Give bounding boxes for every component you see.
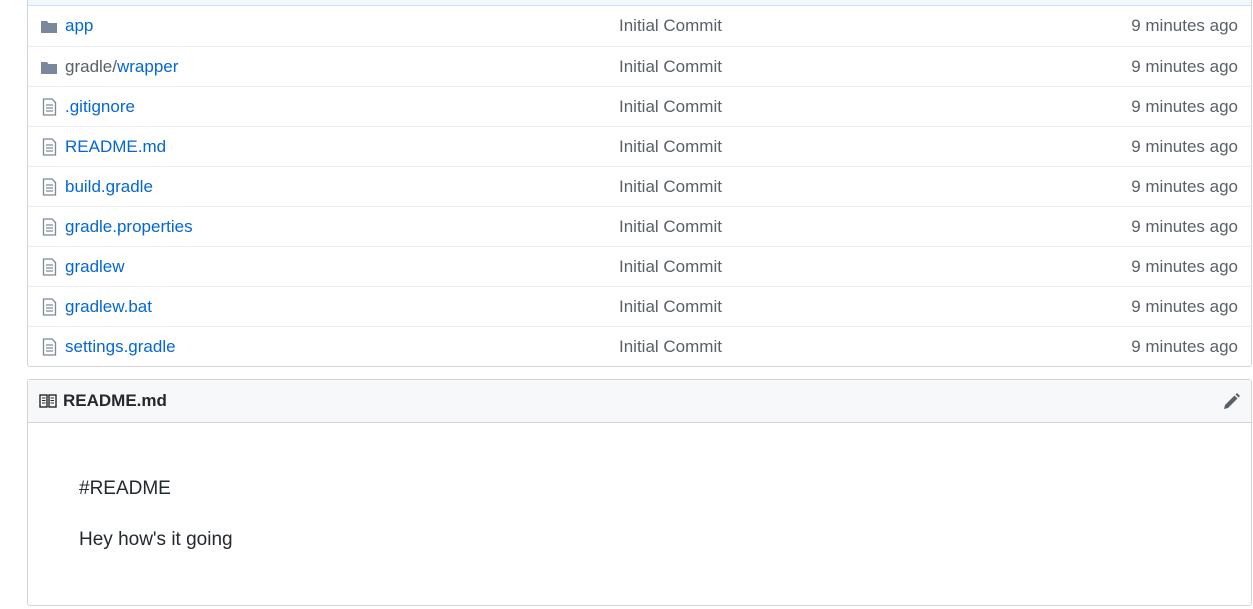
- readme-title: README.md: [63, 391, 167, 410]
- file-name-link[interactable]: README.md: [65, 137, 166, 157]
- file-name-text[interactable]: README.md: [65, 137, 166, 156]
- file-row[interactable]: settings.gradle Initial Commit 9 minutes a…: [28, 326, 1251, 366]
- file-name-text[interactable]: gradlew: [65, 257, 125, 276]
- commit-age: 9 minutes ago: [1131, 56, 1238, 76]
- commit-age: 9 minutes ago: [1131, 176, 1238, 196]
- file-row[interactable]: build.gradle Initial Commit 9 minutes ago: [28, 166, 1251, 206]
- book-icon: [39, 394, 57, 413]
- commit-age: 9 minutes ago: [1131, 296, 1238, 316]
- file-row[interactable]: app Initial Commit 9 minutes ago: [28, 6, 1251, 46]
- readme-header: README.md: [28, 380, 1251, 423]
- file-name-link[interactable]: .gitignore: [65, 97, 135, 117]
- commit-message-link[interactable]: Initial Commit: [619, 337, 722, 357]
- commit-age: 9 minutes ago: [1131, 16, 1238, 35]
- file-name-text[interactable]: wrapper: [117, 57, 178, 76]
- file-row[interactable]: .gitignore Initial Commit 9 minutes ago: [28, 86, 1251, 126]
- file-path-prefix[interactable]: gradle/: [65, 57, 117, 76]
- commit-age: 9 minutes ago: [1131, 336, 1238, 356]
- commit-message-link[interactable]: Initial Commit: [619, 57, 722, 77]
- file-name-text[interactable]: app: [65, 16, 93, 35]
- file-name-text[interactable]: .gitignore: [65, 97, 135, 116]
- commit-message-link[interactable]: Initial Commit: [619, 177, 722, 197]
- file-row[interactable]: gradlew.bat Initial Commit 9 minutes ago: [28, 286, 1251, 326]
- file-row[interactable]: README.md Initial Commit 9 minutes ago: [28, 126, 1251, 166]
- commit-message-link[interactable]: Initial Commit: [619, 97, 722, 117]
- file-row[interactable]: gradlew Initial Commit 9 minutes ago: [28, 246, 1251, 286]
- file-icon: [40, 338, 58, 356]
- file-icon: [40, 298, 58, 316]
- file-name-text[interactable]: settings.gradle: [65, 337, 176, 356]
- file-list: app Initial Commit 9 minutes ago gradle/wra…: [28, 6, 1251, 366]
- commit-message-link[interactable]: Initial Commit: [619, 297, 722, 317]
- edit-readme-button[interactable]: [1220, 391, 1242, 413]
- file-name-link[interactable]: settings.gradle: [65, 337, 176, 357]
- commit-age: 9 minutes ago: [1131, 256, 1238, 276]
- file-icon: [40, 218, 58, 236]
- file-table: app Initial Commit 9 minutes ago gradle/wra…: [27, 0, 1252, 367]
- file-name-link[interactable]: build.gradle: [65, 177, 153, 197]
- commit-message-link[interactable]: Initial Commit: [619, 257, 722, 277]
- file-icon: [40, 178, 58, 196]
- pencil-icon: [1224, 393, 1240, 409]
- folder-icon: [40, 58, 58, 76]
- commit-message-link[interactable]: Initial Commit: [619, 16, 722, 36]
- folder-icon: [40, 17, 58, 35]
- readme-panel: README.md #README Hey how's it going: [27, 379, 1252, 606]
- file-icon: [40, 138, 58, 156]
- file-name-text[interactable]: gradle.properties: [65, 217, 193, 236]
- file-name-text[interactable]: build.gradle: [65, 177, 153, 196]
- readme-content: #README Hey how's it going: [79, 476, 233, 578]
- file-icon: [40, 258, 58, 276]
- file-row[interactable]: gradle.properties Initial Commit 9 minutes…: [28, 206, 1251, 246]
- file-name-link[interactable]: gradlew.bat: [65, 297, 152, 317]
- readme-paragraph: Hey how's it going: [79, 529, 233, 550]
- file-name-link[interactable]: gradle.properties: [65, 217, 193, 237]
- file-name-link[interactable]: gradle/wrapper: [65, 57, 178, 77]
- file-name-link[interactable]: app: [65, 16, 93, 36]
- commit-message-link[interactable]: Initial Commit: [619, 217, 722, 237]
- file-name-text[interactable]: gradlew.bat: [65, 297, 152, 316]
- file-row[interactable]: gradle/wrapper Initial Commit 9 minutes ag…: [28, 46, 1251, 86]
- commit-age: 9 minutes ago: [1131, 136, 1238, 156]
- file-name-link[interactable]: gradlew: [65, 257, 125, 277]
- file-icon: [40, 98, 58, 116]
- commit-message-link[interactable]: Initial Commit: [619, 137, 722, 157]
- commit-age: 9 minutes ago: [1131, 96, 1238, 116]
- commit-age: 9 minutes ago: [1131, 216, 1238, 236]
- readme-heading: #README: [79, 478, 171, 499]
